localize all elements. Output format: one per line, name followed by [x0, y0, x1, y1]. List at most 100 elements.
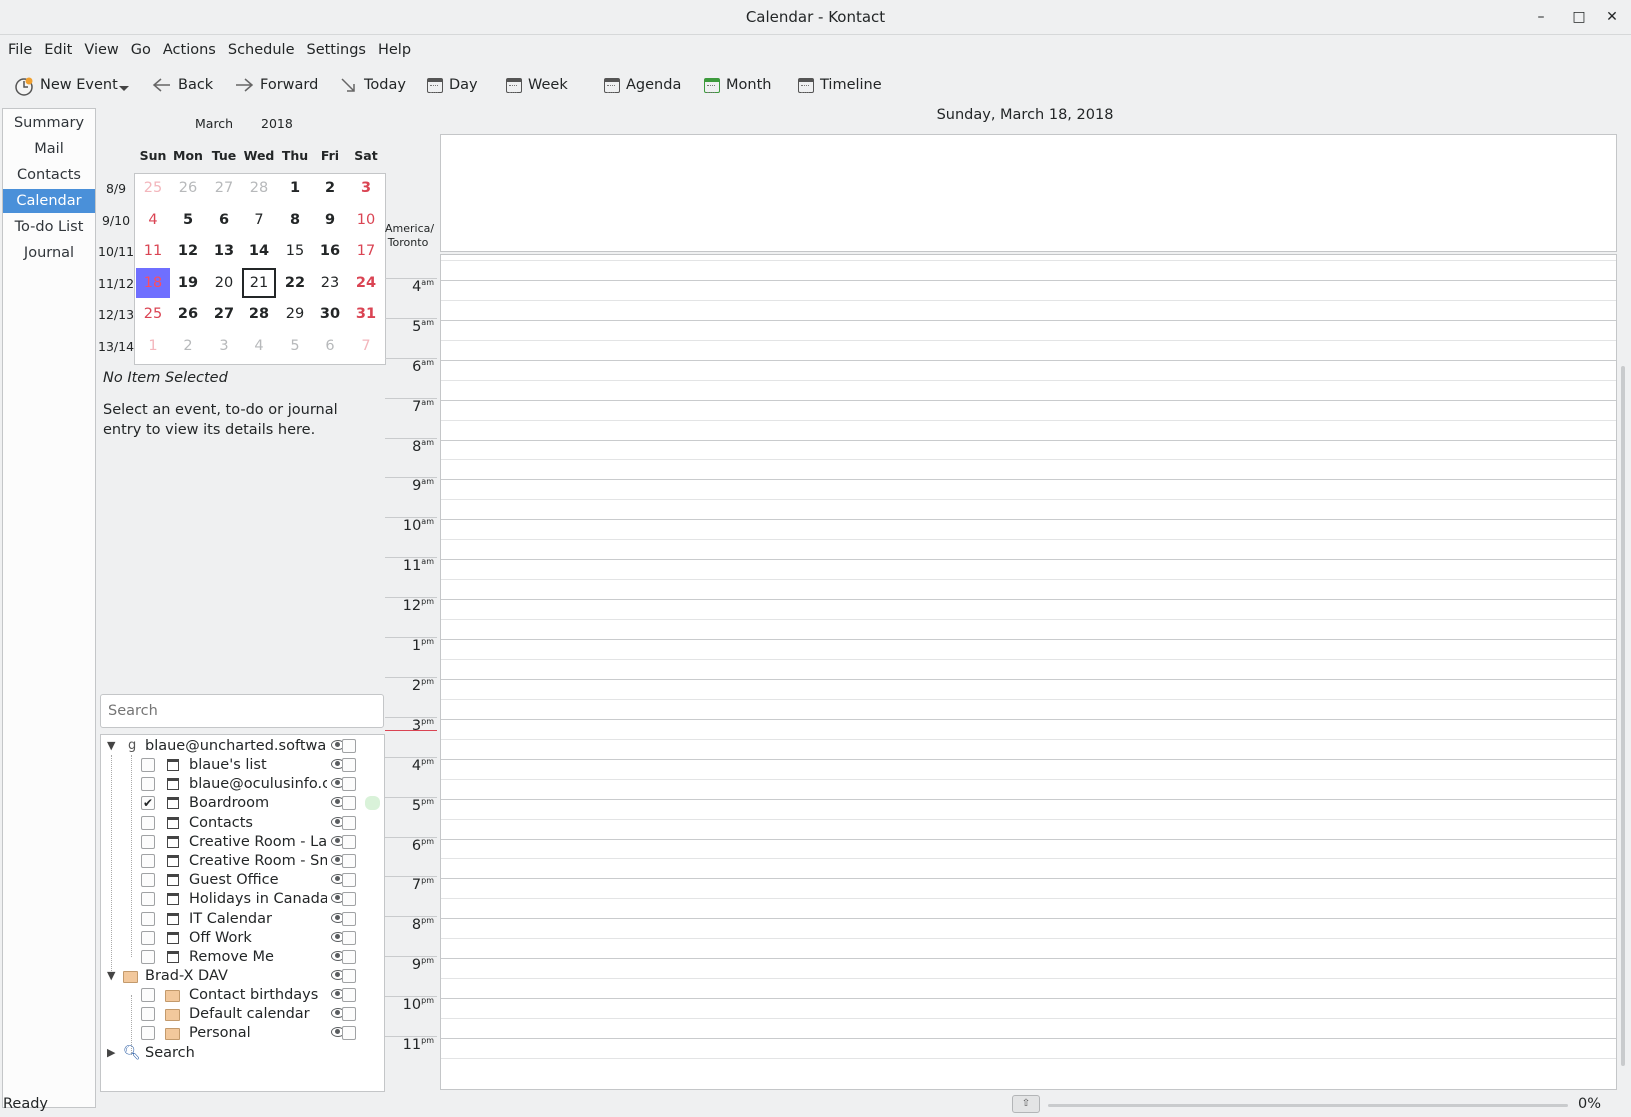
calendar-day[interactable]: 17	[349, 236, 383, 266]
agenda-time-grid[interactable]	[440, 254, 1617, 1090]
tree-row-checkbox[interactable]	[342, 969, 356, 983]
menu-settings[interactable]: Settings	[303, 36, 374, 64]
calendar-enable-checkbox[interactable]	[141, 950, 155, 964]
calendar-day[interactable]: 1	[278, 173, 312, 203]
zoom-fit-button[interactable]: ⇧	[1012, 1095, 1040, 1113]
navigator-month[interactable]: March	[195, 116, 233, 131]
week-number[interactable]: 9/10	[98, 213, 134, 228]
maximize-button[interactable]: □	[1569, 7, 1589, 27]
calendar-day[interactable]: 28	[242, 173, 276, 203]
calendar-day[interactable]: 25	[136, 299, 170, 329]
calendar-day[interactable]: 20	[207, 268, 241, 298]
all-day-events-area[interactable]	[440, 134, 1617, 252]
calendar-enable-checkbox[interactable]	[141, 930, 155, 945]
calendar-day[interactable]: 31	[349, 299, 383, 329]
tree-calendar-item[interactable]: Contact birthdays	[101, 985, 384, 1005]
sidebar-item-journal[interactable]: Journal	[3, 241, 95, 265]
calendar-day[interactable]: 6	[207, 205, 241, 235]
collapse-arrow-icon[interactable]: ▼	[107, 966, 115, 986]
tree-calendar-item[interactable]: Personal	[101, 1023, 384, 1043]
week-number[interactable]: 11/12	[98, 276, 134, 291]
tree-calendar-item[interactable]: blaue@oculusinfo.com	[101, 774, 384, 794]
tree-row-checkbox[interactable]	[342, 930, 356, 945]
forward-button[interactable]: Forward	[234, 72, 318, 98]
sidebar-item-mail[interactable]: Mail	[3, 137, 95, 161]
tree-calendar-item[interactable]: Off Work	[101, 928, 384, 948]
calendar-day[interactable]: 7	[349, 331, 383, 361]
calendar-enable-checkbox[interactable]	[141, 892, 155, 907]
back-button[interactable]: Back	[152, 72, 213, 98]
menu-help[interactable]: Help	[374, 36, 419, 64]
zoom-slider[interactable]	[1048, 1104, 1568, 1107]
calendar-day[interactable]: 4	[242, 331, 276, 361]
tree-calendar-item[interactable]: Holidays in Canada	[101, 889, 384, 909]
calendar-enable-checkbox[interactable]	[141, 834, 155, 849]
calendar-day[interactable]: 4	[136, 205, 170, 235]
month-view-button[interactable]: Month	[704, 72, 771, 98]
calendar-enable-checkbox[interactable]	[141, 873, 155, 888]
tree-row-checkbox[interactable]	[342, 758, 356, 772]
calendar-day[interactable]: 21	[242, 267, 276, 298]
tree-calendar-item[interactable]: blaue's list	[101, 755, 384, 775]
tree-calendar-item[interactable]: Remove Me	[101, 947, 384, 967]
tree-account-dav[interactable]: ▼ Brad-X DAV	[101, 966, 384, 986]
timeline-view-button[interactable]: Timeline	[798, 72, 882, 98]
calendar-day[interactable]: 1	[136, 331, 170, 361]
calendar-day[interactable]: 27	[207, 173, 241, 203]
calendar-enable-checkbox[interactable]	[141, 1007, 155, 1022]
calendar-day[interactable]: 13	[207, 236, 241, 266]
calendar-day[interactable]: 26	[171, 299, 205, 329]
calendar-day[interactable]: 28	[242, 299, 276, 329]
calendar-enable-checkbox[interactable]	[141, 854, 155, 868]
tree-row-checkbox[interactable]	[342, 796, 356, 811]
calendar-enable-checkbox[interactable]	[141, 777, 155, 792]
calendar-day[interactable]: 6	[313, 331, 347, 361]
calendar-day[interactable]: 3	[207, 331, 241, 361]
sidebar-item-todo-list[interactable]: To-do List	[3, 215, 95, 239]
new-event-button[interactable]: New Event	[14, 72, 118, 98]
tree-row-checkbox[interactable]	[342, 1007, 356, 1022]
minimize-button[interactable]: –	[1531, 7, 1551, 27]
calendar-day[interactable]: 3	[349, 173, 383, 203]
week-number[interactable]: 13/14	[98, 339, 134, 354]
menu-file[interactable]: File	[4, 36, 40, 64]
tree-calendar-item[interactable]: Contacts	[101, 813, 384, 833]
tree-row-checkbox[interactable]	[342, 854, 356, 868]
tree-row-checkbox[interactable]	[342, 950, 356, 964]
calendar-enable-checkbox[interactable]	[141, 988, 155, 1002]
navigator-year[interactable]: 2018	[261, 116, 293, 131]
calendar-day[interactable]: 25	[136, 173, 170, 203]
calendar-day[interactable]: 10	[349, 205, 383, 235]
calendar-day[interactable]: 2	[171, 331, 205, 361]
today-button[interactable]: Today	[338, 72, 406, 98]
calendar-day[interactable]: 26	[171, 173, 205, 203]
week-number[interactable]: 10/11	[98, 244, 134, 259]
calendar-day[interactable]: 5	[171, 205, 205, 235]
tree-account-google[interactable]: ▼ g blaue@uncharted.software	[101, 736, 384, 756]
menu-schedule[interactable]: Schedule	[224, 36, 303, 64]
menu-actions[interactable]: Actions	[159, 36, 224, 64]
calendar-enable-checkbox[interactable]	[141, 1026, 155, 1041]
sidebar-item-summary[interactable]: Summary	[3, 111, 95, 135]
tree-calendar-item[interactable]: IT Calendar	[101, 909, 384, 929]
week-view-button[interactable]: Week	[506, 72, 568, 98]
tree-row-checkbox[interactable]	[342, 988, 356, 1002]
calendar-day[interactable]: 8	[278, 205, 312, 235]
day-view-button[interactable]: Day	[427, 72, 478, 98]
collapse-arrow-icon[interactable]: ▼	[107, 736, 115, 756]
calendar-day[interactable]: 7	[242, 205, 276, 235]
tree-row-checkbox[interactable]	[342, 739, 356, 753]
tree-row-checkbox[interactable]	[342, 834, 356, 849]
calendar-day[interactable]: 24	[349, 268, 383, 298]
agenda-view-button[interactable]: Agenda	[604, 72, 681, 98]
menu-go[interactable]: Go	[127, 36, 159, 64]
sidebar-item-contacts[interactable]: Contacts	[3, 163, 95, 187]
close-button[interactable]: ✕	[1602, 7, 1622, 27]
tree-row-checkbox[interactable]	[342, 911, 356, 926]
sidebar-item-calendar[interactable]: Calendar	[3, 189, 95, 213]
calendar-day[interactable]: 16	[313, 236, 347, 266]
tree-row-checkbox[interactable]	[342, 777, 356, 792]
calendar-day[interactable]: 2	[313, 173, 347, 203]
week-number[interactable]: 8/9	[98, 181, 134, 196]
tree-row-checkbox[interactable]	[342, 815, 356, 830]
